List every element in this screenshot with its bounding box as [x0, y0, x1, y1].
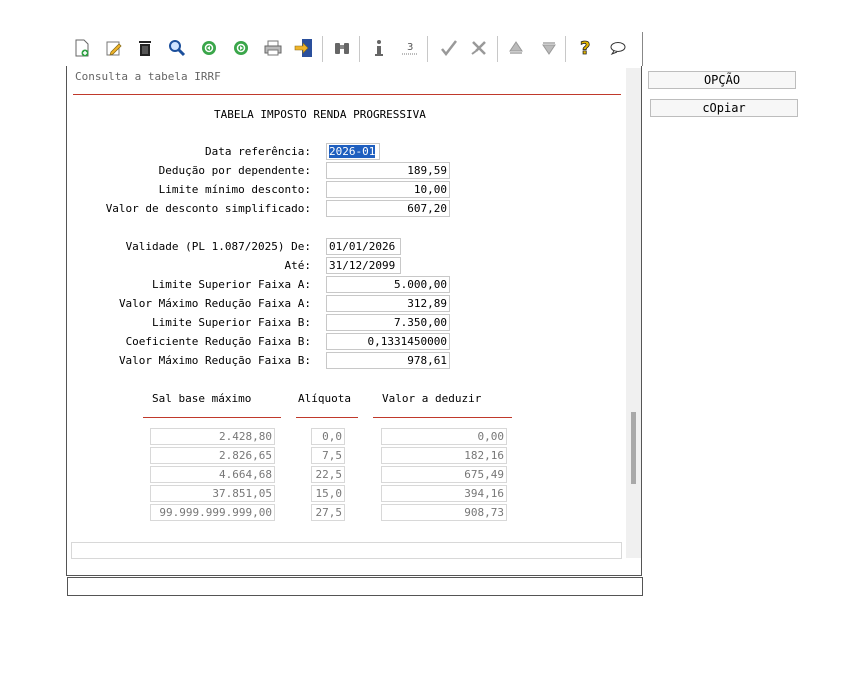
desconto-simplificado-field[interactable]: 607,20 — [326, 200, 450, 217]
info-icon[interactable] — [369, 38, 389, 58]
numbering-icon[interactable]: 3 — [400, 38, 420, 58]
max-reducao-b-label: Valor Máximo Redução Faixa B: — [118, 354, 311, 367]
svg-text:?: ? — [580, 38, 590, 58]
previous-icon[interactable] — [199, 38, 219, 58]
toolbar-separator — [565, 36, 566, 62]
column-header-sal-base: Sal base máximo — [152, 392, 252, 405]
confirm-icon[interactable] — [439, 38, 459, 58]
table-cell-sal-base: 99.999.999.999,00 — [150, 504, 275, 521]
limite-sup-b-field[interactable]: 7.350,00 — [326, 314, 450, 331]
desconto-simplificado-label: Valor de desconto simplificado: — [105, 202, 311, 215]
column-header-aliquota: Alíquota — [298, 392, 351, 405]
toolbar-separator — [427, 36, 428, 62]
table-cell-sal-base: 2.826,65 — [150, 447, 275, 464]
table-cell-valor-deduzir: 908,73 — [381, 504, 507, 521]
toolbar-separator — [322, 36, 323, 62]
scrollbar[interactable] — [626, 68, 641, 558]
binoculars-icon[interactable] — [332, 38, 352, 58]
coef-reducao-b-field[interactable]: 0,1331450000 — [326, 333, 450, 350]
new-document-icon[interactable] — [72, 38, 92, 58]
table-cell-aliquota: 7,5 — [311, 447, 345, 464]
search-icon[interactable] — [167, 38, 187, 58]
comment-icon[interactable] — [608, 38, 628, 58]
toolbar-separator — [497, 36, 498, 62]
print-icon[interactable] — [263, 38, 283, 58]
help-icon[interactable]: ? — [576, 38, 596, 58]
cancel-icon[interactable] — [469, 38, 489, 58]
down-icon[interactable] — [539, 38, 559, 58]
max-reducao-a-label: Valor Máximo Redução Faixa A: — [118, 297, 311, 310]
svg-text:3: 3 — [407, 42, 413, 53]
deducao-dependente-label: Dedução por dependente: — [158, 164, 311, 177]
table-cell-aliquota: 22,5 — [311, 466, 345, 483]
column-underline — [143, 417, 281, 418]
up-icon[interactable] — [506, 38, 526, 58]
table-cell-sal-base: 37.851,05 — [150, 485, 275, 502]
column-underline — [373, 417, 512, 418]
column-header-valor-deduzir: Valor a deduzir — [382, 392, 482, 405]
table-cell-aliquota: 0,0 — [311, 428, 345, 445]
validade-de-label: Validade (PL 1.087/2025) De: — [125, 240, 311, 253]
next-icon[interactable] — [231, 38, 251, 58]
table-cell-valor-deduzir: 0,00 — [381, 428, 507, 445]
limite-sup-b-label: Limite Superior Faixa B: — [152, 316, 311, 329]
page-heading: TABELA IMPOSTO RENDA PROGRESSIVA — [214, 108, 426, 121]
data-referencia-field[interactable]: 2026-01 — [326, 143, 380, 160]
table-cell-valor-deduzir: 675,49 — [381, 466, 507, 483]
limite-sup-a-label: Limite Superior Faixa A: — [152, 278, 311, 291]
table-cell-aliquota: 15,0 — [311, 485, 345, 502]
limite-sup-a-field[interactable]: 5.000,00 — [326, 276, 450, 293]
column-underline — [296, 417, 358, 418]
scrollbar-thumb[interactable] — [631, 412, 636, 484]
table-cell-sal-base: 4.664,68 — [150, 466, 275, 483]
table-cell-sal-base: 2.428,80 — [150, 428, 275, 445]
limite-minimo-label: Limite mínimo desconto: — [158, 183, 311, 196]
table-cell-valor-deduzir: 394,16 — [381, 485, 507, 502]
toolbar-separator — [359, 36, 360, 62]
validade-ate-label: Até: — [284, 259, 312, 272]
validade-ate-field[interactable]: 31/12/2099 — [326, 257, 401, 274]
max-reducao-a-field[interactable]: 312,89 — [326, 295, 450, 312]
validade-de-field[interactable]: 01/01/2026 — [326, 238, 401, 255]
edit-icon[interactable] — [104, 38, 124, 58]
delete-icon[interactable] — [135, 38, 155, 58]
opcao-button[interactable]: OPÇÃO — [648, 71, 796, 89]
deducao-dependente-field[interactable]: 189,59 — [326, 162, 450, 179]
toolbar: 3 ? — [66, 32, 643, 66]
screen-title: Consulta a tabela IRRF — [75, 70, 221, 83]
table-cell-valor-deduzir: 182,16 — [381, 447, 507, 464]
export-icon[interactable] — [294, 38, 314, 58]
title-divider — [73, 94, 621, 95]
limite-minimo-field[interactable]: 10,00 — [326, 181, 450, 198]
copiar-button[interactable]: cOpiar — [650, 99, 798, 117]
coef-reducao-b-label: Coeficiente Redução Faixa B: — [125, 335, 311, 348]
table-cell-aliquota: 27,5 — [311, 504, 345, 521]
message-area — [71, 542, 622, 559]
data-referencia-label: Data referência: — [205, 145, 311, 158]
max-reducao-b-field[interactable]: 978,61 — [326, 352, 450, 369]
status-bar — [67, 577, 643, 596]
